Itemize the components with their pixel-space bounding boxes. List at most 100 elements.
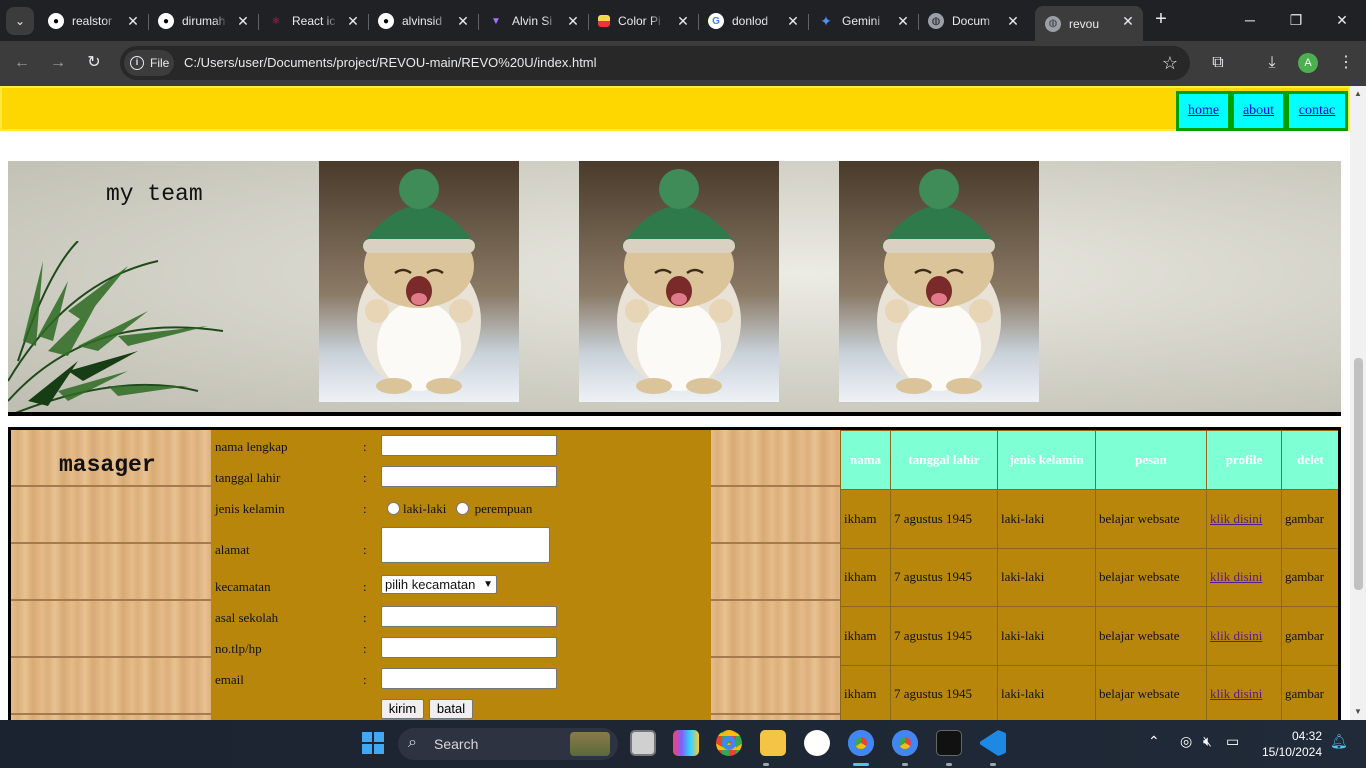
field-label: kecamatan xyxy=(215,579,271,594)
close-tab-icon[interactable]: ✕ xyxy=(1121,14,1135,28)
running-indicator xyxy=(902,763,908,766)
github-icon: ● xyxy=(48,13,64,29)
telepon-input[interactable] xyxy=(381,637,557,658)
nav-home-link[interactable]: home xyxy=(1176,91,1231,131)
chevron-down-icon: ▼ xyxy=(483,579,493,590)
close-tab-icon[interactable]: ✕ xyxy=(896,14,910,28)
browser-tab[interactable]: ▼ Alvin Si ✕ xyxy=(478,6,589,36)
file-explorer-icon[interactable] xyxy=(760,730,786,756)
browser-tab[interactable]: ◍ Docum ✕ xyxy=(918,6,1028,36)
radio-perempuan[interactable] xyxy=(455,502,469,515)
field-colon: : xyxy=(363,610,367,625)
browser-tab[interactable]: ✦ Gemini ✕ xyxy=(808,6,919,36)
table-cell: 7 agustus 1945 xyxy=(890,606,998,666)
task-view-icon[interactable] xyxy=(630,730,656,756)
browser-tab[interactable]: G donlod ✕ xyxy=(698,6,809,36)
profile-avatar[interactable]: A xyxy=(1298,53,1318,73)
profile-link[interactable]: klik disini xyxy=(1210,511,1262,526)
radio-laki-laki[interactable] xyxy=(387,502,400,515)
new-tab-button[interactable]: + xyxy=(1150,8,1172,32)
close-tab-icon[interactable]: ✕ xyxy=(236,14,250,28)
kirim-button[interactable]: kirim xyxy=(381,699,424,719)
column-header: nama xyxy=(840,430,891,490)
close-tab-icon[interactable]: ✕ xyxy=(456,14,470,28)
page-viewport: home about contac my team masager nama l… xyxy=(0,86,1366,720)
profile-link[interactable]: klik disini xyxy=(1210,569,1262,584)
terminal-icon[interactable] xyxy=(936,730,962,756)
asal-sekolah-input[interactable] xyxy=(381,606,557,627)
extensions-icon[interactable]: ⧉ xyxy=(1206,51,1230,75)
field-label: email xyxy=(215,672,244,687)
browser-tab[interactable]: Color Pi ✕ xyxy=(588,6,699,36)
browser-toolbar: ← → ↻ i File C:/Users/user/Documents/pro… xyxy=(0,41,1366,86)
site-info-chip[interactable]: i File xyxy=(124,50,174,76)
email-input[interactable] xyxy=(381,668,557,689)
profile-link[interactable]: klik disini xyxy=(1210,686,1262,701)
kecamatan-select[interactable]: pilih kecamatan ▼ xyxy=(381,575,497,594)
message-table: nama tanggal lahir jenis kelamin pesan p… xyxy=(840,430,1338,720)
restore-button[interactable]: ❐ xyxy=(1284,8,1308,32)
app-icon[interactable] xyxy=(804,730,830,756)
browser-tab[interactable]: ⚛ React ic ✕ xyxy=(258,6,369,36)
table-cell: klik disini xyxy=(1206,606,1282,666)
browser-tab[interactable]: ● realstor ✕ xyxy=(38,6,149,36)
running-indicator xyxy=(763,763,769,766)
taskbar-search[interactable]: ⌕ Search xyxy=(398,728,618,760)
browser-tab[interactable]: ● alvinsid ✕ xyxy=(368,6,479,36)
alamat-textarea[interactable] xyxy=(381,527,550,563)
field-colon: : xyxy=(363,470,367,485)
notification-bell-icon[interactable]: 🔔︎ xyxy=(1330,733,1348,750)
vscode-icon[interactable] xyxy=(980,730,1006,756)
table-cell: ikham xyxy=(840,547,891,607)
windows-start-icon[interactable] xyxy=(362,732,384,754)
battery-icon[interactable]: ▭ xyxy=(1226,733,1239,750)
nav-contact-link[interactable]: contac xyxy=(1286,91,1348,131)
bookmark-star-icon[interactable]: ☆ xyxy=(1162,53,1178,73)
nav-about-link[interactable]: about xyxy=(1231,91,1286,131)
chrome-icon[interactable] xyxy=(716,730,742,756)
browser-tab-active[interactable]: ◍ revou ✕ xyxy=(1035,6,1143,41)
field-label: alamat xyxy=(215,542,250,557)
language-icon[interactable]: ◎ xyxy=(1180,733,1192,750)
tanggal-lahir-input[interactable] xyxy=(381,466,557,487)
chevron-up-icon[interactable]: ⌃ xyxy=(1148,733,1160,750)
close-window-button[interactable]: ✕ xyxy=(1330,8,1354,32)
github-icon: ● xyxy=(378,13,394,29)
field-colon: : xyxy=(363,501,367,516)
browser-tab[interactable]: ● dirumah ✕ xyxy=(148,6,259,36)
vertical-scrollbar[interactable]: ▲ ▼ xyxy=(1350,86,1366,720)
nama-lengkap-input[interactable] xyxy=(381,435,557,456)
close-tab-icon[interactable]: ✕ xyxy=(786,14,800,28)
menu-icon[interactable]: ⋮ xyxy=(1334,51,1358,75)
table-cell: gambar xyxy=(1281,664,1338,720)
profile-link[interactable]: klik disini xyxy=(1210,628,1262,643)
close-tab-icon[interactable]: ✕ xyxy=(566,14,580,28)
download-icon[interactable]: ⤓ xyxy=(1260,51,1284,75)
back-button[interactable]: ← xyxy=(10,51,34,75)
chevron-down-icon: ⌄ xyxy=(14,14,26,28)
column-header: delet xyxy=(1281,430,1338,490)
plant-leaves-image xyxy=(8,241,224,412)
close-tab-icon[interactable]: ✕ xyxy=(126,14,140,28)
scroll-up-icon[interactable]: ▲ xyxy=(1350,86,1366,102)
taskbar-clock[interactable]: 04:32 15/10/2024 xyxy=(1262,728,1322,760)
reload-button[interactable]: ↻ xyxy=(82,51,106,75)
forward-button[interactable]: → xyxy=(46,51,70,75)
minimize-button[interactable]: ─ xyxy=(1238,8,1262,32)
search-label: Search xyxy=(434,736,479,752)
scrollbar-thumb[interactable] xyxy=(1354,358,1363,590)
address-bar[interactable]: i File C:/Users/user/Documents/project/R… xyxy=(120,46,1190,80)
volume-muted-icon[interactable]: 🔇︎ xyxy=(1203,733,1212,750)
chrome-profile-icon[interactable] xyxy=(892,730,918,756)
close-tab-icon[interactable]: ✕ xyxy=(676,14,690,28)
url-text[interactable]: C:/Users/user/Documents/project/REVOU-ma… xyxy=(184,55,597,70)
close-tab-icon[interactable]: ✕ xyxy=(1006,14,1020,28)
scroll-down-icon[interactable]: ▼ xyxy=(1350,704,1366,720)
close-tab-icon[interactable]: ✕ xyxy=(346,14,360,28)
app-icon[interactable] xyxy=(673,730,699,756)
column-header: pesan xyxy=(1095,430,1207,490)
batal-button[interactable]: batal xyxy=(429,699,473,719)
table-cell: belajar websate xyxy=(1095,489,1207,549)
tab-search-button[interactable]: ⌄ xyxy=(6,7,34,35)
chrome-icon[interactable] xyxy=(848,730,874,756)
